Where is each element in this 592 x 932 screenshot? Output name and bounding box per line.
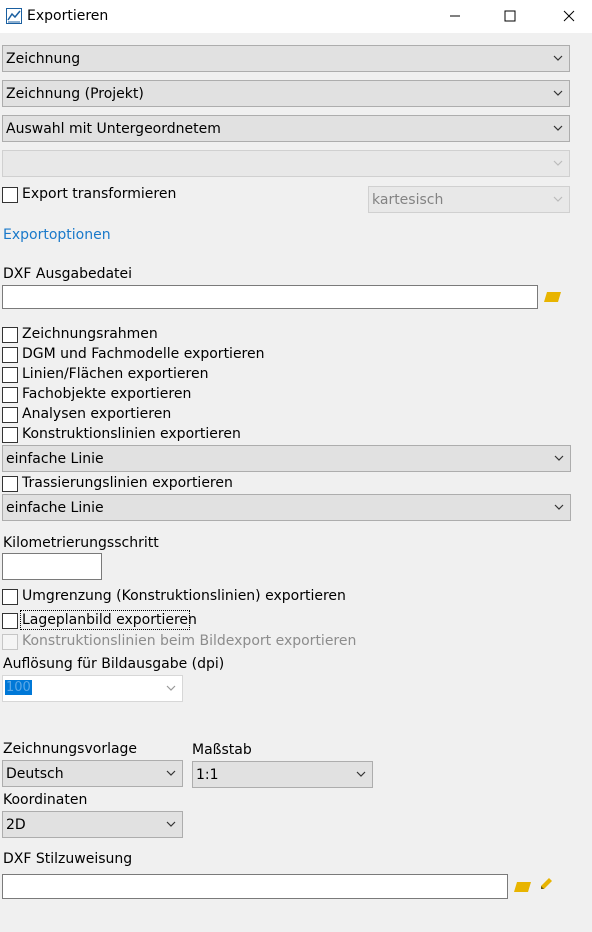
chart-line-icon [6, 8, 22, 24]
option-label-lines: Linien/Flächen exportieren [22, 366, 209, 382]
construction-line-style-value: einfache Linie [6, 451, 104, 467]
alignment-checkbox[interactable] [2, 476, 18, 492]
scale-value: 1:1 [196, 767, 219, 783]
export-options-link[interactable]: Exportoptionen [3, 227, 111, 243]
option-checkbox-dgm[interactable] [2, 347, 18, 363]
close-icon [563, 10, 575, 22]
export-selection-value: Auswahl mit Untergeordnetem [6, 121, 221, 137]
export-type-select[interactable]: Zeichnung [2, 45, 570, 72]
resolution-select[interactable]: 100 [2, 675, 183, 702]
coordinates-select[interactable]: 2D [2, 811, 183, 838]
option-checkbox-construction[interactable] [2, 427, 18, 443]
export-transform-checkbox[interactable] [2, 187, 18, 203]
maximize-icon [504, 10, 516, 22]
minimize-icon [450, 15, 460, 17]
chevron-down-icon [554, 504, 564, 510]
chevron-down-icon [554, 455, 564, 461]
km-step-label: Kilometrierungsschritt [3, 535, 159, 551]
export-type-value: Zeichnung [6, 51, 81, 67]
option-label-analyses: Analysen exportieren [22, 406, 172, 422]
chevron-down-icon [166, 770, 176, 776]
drawing-template-value: Deutsch [6, 766, 64, 782]
export-scope-value: Zeichnung (Projekt) [6, 86, 144, 102]
pencil-icon[interactable] [539, 877, 553, 891]
export-scope-select[interactable]: Zeichnung (Projekt) [2, 80, 570, 107]
window-title: Exportieren [27, 8, 109, 24]
option-checkbox-lines[interactable] [2, 367, 18, 383]
construction-image-label: Konstruktionslinien beim Bildexport expo… [22, 633, 357, 649]
dxf-style-label: DXF Stilzuweisung [3, 851, 133, 867]
option-checkbox-frame[interactable] [2, 327, 18, 343]
chevron-down-icon [356, 771, 366, 777]
alignment-line-style-value: einfache Linie [6, 500, 104, 516]
maximize-button[interactable] [487, 0, 533, 32]
site-plan-label: Lageplanbild exportieren [22, 612, 197, 628]
coord-system-select[interactable]: kartesisch [368, 186, 570, 213]
scale-label: Maßstab [192, 742, 252, 758]
minimize-button[interactable] [432, 0, 478, 32]
title-bar: Exportieren [0, 0, 592, 33]
chevron-down-icon [553, 160, 563, 166]
option-label-construction: Konstruktionslinien exportieren [22, 426, 241, 442]
drawing-template-select[interactable]: Deutsch [2, 760, 183, 787]
chevron-down-icon [553, 125, 563, 131]
option-label-frame: Zeichnungsrahmen [22, 326, 158, 342]
export-selection-select[interactable]: Auswahl mit Untergeordnetem [2, 115, 570, 142]
chevron-down-icon [166, 685, 176, 691]
coord-system-value: kartesisch [372, 192, 444, 208]
option-checkbox-analyses[interactable] [2, 407, 18, 423]
boundary-label: Umgrenzung (Konstruktionslinien) exporti… [22, 588, 346, 604]
dxf-output-label: DXF Ausgabedatei [3, 266, 133, 282]
dxf-style-field[interactable] [2, 874, 508, 899]
close-button[interactable] [546, 0, 592, 32]
empty-select[interactable] [2, 150, 570, 177]
resolution-label: Auflösung für Bildausgabe (dpi) [3, 656, 225, 672]
chevron-down-icon [553, 90, 563, 96]
alignment-label: Trassierungslinien exportieren [22, 475, 233, 491]
alignment-line-style-select[interactable]: einfache Linie [2, 494, 571, 521]
export-transform-label: Export transformieren [22, 186, 177, 202]
option-label-dgm: DGM und Fachmodelle exportieren [22, 346, 265, 362]
folder-icon[interactable] [514, 882, 531, 892]
construction-line-style-select[interactable]: einfache Linie [2, 445, 571, 472]
chevron-down-icon [553, 196, 563, 202]
construction-image-checkbox[interactable] [2, 634, 18, 650]
option-checkbox-objects[interactable] [2, 387, 18, 403]
coordinates-value: 2D [6, 817, 26, 833]
boundary-checkbox[interactable] [2, 589, 18, 605]
dxf-output-field[interactable] [2, 285, 538, 309]
chevron-down-icon [166, 821, 176, 827]
scale-select[interactable]: 1:1 [192, 761, 373, 788]
option-label-objects: Fachobjekte exportieren [22, 386, 192, 402]
site-plan-checkbox[interactable] [2, 613, 18, 629]
folder-icon[interactable] [544, 292, 561, 302]
coordinates-label: Koordinaten [3, 792, 88, 808]
km-step-field[interactable] [2, 553, 102, 580]
resolution-value: 100 [5, 680, 32, 695]
chevron-down-icon [553, 55, 563, 61]
drawing-template-label: Zeichnungsvorlage [3, 741, 138, 757]
